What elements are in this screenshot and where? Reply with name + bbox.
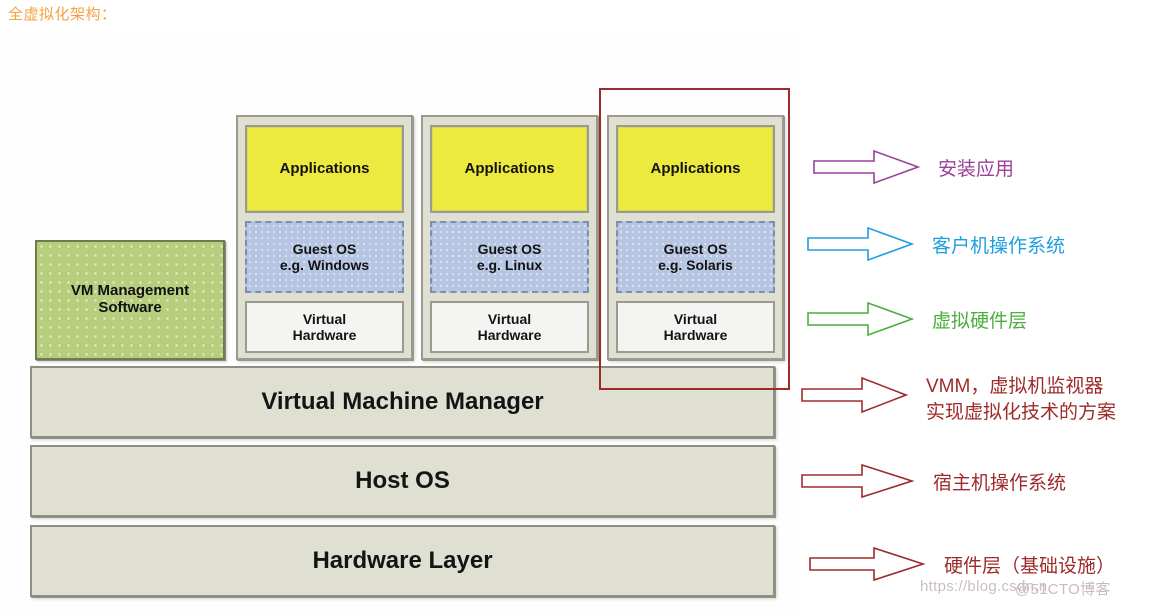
annotation-label-line1: VMM，虚拟机监视器 [926, 376, 1104, 397]
vm-management-software-box: VM Management Software [35, 240, 225, 360]
watermark: https://blog.csdn.n @51CTO博客 [920, 578, 1110, 598]
virtual-hardware-label-line2: Hardware [477, 327, 542, 343]
guest-os-label-line2: e.g. Linux [476, 257, 543, 273]
annotation-label: 硬件层（基础设施） [944, 555, 1116, 577]
right-arrow-icon [800, 372, 909, 423]
right-arrow-icon [808, 545, 926, 588]
applications-box: Applications [430, 125, 589, 213]
annotation-label-line2: 实现虚拟化技术的方案 [926, 401, 1117, 423]
virtual-machine-manager-label: Virtual Machine Manager [261, 388, 544, 415]
annotation-guest-operating-system: 客户机操作系统 [806, 225, 1065, 268]
annotation-install-application: 安装应用 [812, 148, 1014, 191]
vm-column-windows: Applications Guest OS e.g. Windows Virtu… [236, 115, 413, 360]
guest-os-label-line1: Guest OS [477, 240, 542, 257]
right-arrow-icon [812, 148, 921, 191]
host-os-layer: Host OS [30, 445, 775, 517]
vm-management-label-line1: VM Management [70, 282, 190, 300]
guest-os-label-line2: e.g. Windows [279, 257, 370, 273]
vm-column-linux: Applications Guest OS e.g. Linux Virtual… [421, 115, 598, 360]
vm-management-label-line2: Software [98, 299, 162, 316]
virtual-hardware-box: Virtual Hardware [245, 301, 404, 353]
guest-os-box: Guest OS e.g. Linux [430, 221, 589, 293]
annotation-label: 宿主机操作系统 [933, 472, 1067, 494]
watermark-brand: @51CTO博客 [1015, 581, 1111, 598]
right-arrow-icon [806, 225, 915, 268]
virtual-hardware-label-line1: Virtual [487, 310, 532, 327]
host-os-label: Host OS [355, 467, 450, 494]
annotation-label: 安装应用 [938, 158, 1015, 180]
virtual-hardware-label-line1: Virtual [302, 310, 347, 327]
applications-label: Applications [464, 160, 555, 178]
applications-label: Applications [279, 160, 370, 178]
annotation-virtual-hardware-layer: 虚拟硬件层 [806, 300, 1027, 343]
hardware-layer-label: Hardware Layer [312, 547, 493, 574]
annotation-vmm: VMM，虚拟机监视器 实现虚拟化技术的方案 [800, 372, 1116, 425]
annotation-label: 客户机操作系统 [932, 235, 1066, 257]
virtual-hardware-box: Virtual Hardware [430, 301, 589, 353]
virtualization-architecture-diagram: VM Management Software Applications Gues… [0, 30, 800, 611]
annotation-label-block: VMM，虚拟机监视器 实现虚拟化技术的方案 [926, 374, 1116, 425]
hardware-layer: Hardware Layer [30, 525, 775, 597]
guest-os-box: Guest OS e.g. Windows [245, 221, 404, 293]
right-arrow-icon [800, 462, 915, 505]
highlight-rectangle [599, 88, 790, 390]
applications-box: Applications [245, 125, 404, 213]
virtual-hardware-label-line2: Hardware [292, 327, 357, 343]
annotation-label: 虚拟硬件层 [932, 310, 1028, 332]
right-arrow-icon [806, 300, 915, 343]
page-title: 全虚拟化架构： [8, 6, 117, 23]
annotation-host-operating-system: 宿主机操作系统 [800, 462, 1066, 505]
guest-os-label-line1: Guest OS [292, 240, 357, 257]
